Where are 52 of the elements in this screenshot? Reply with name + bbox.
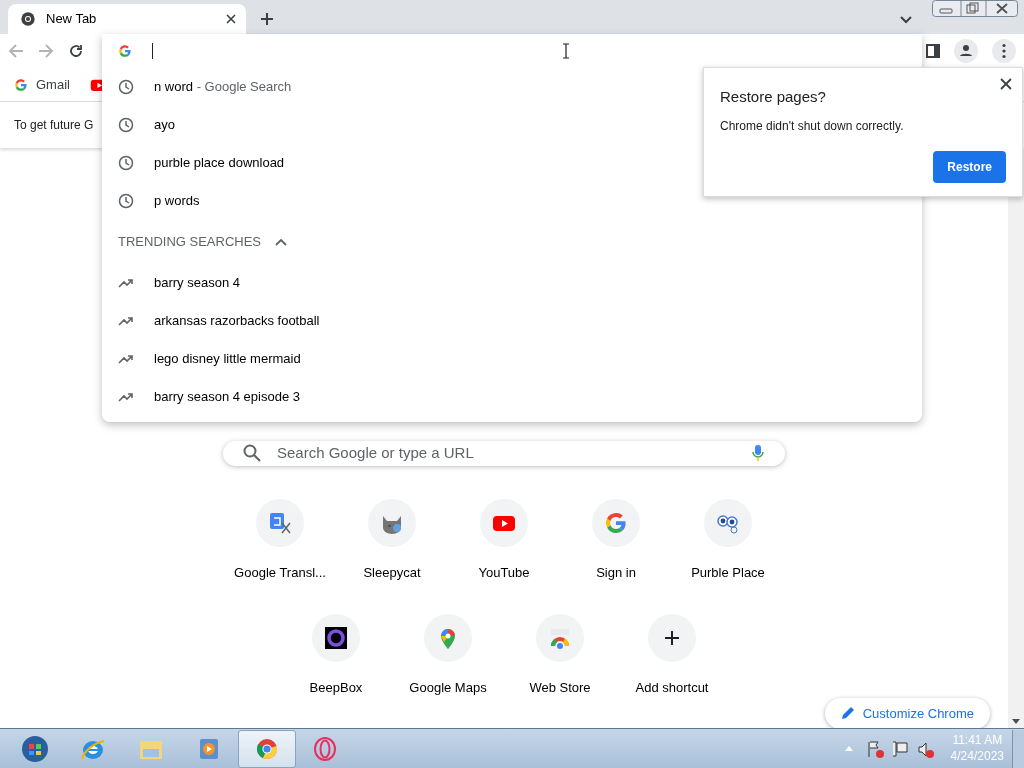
text-cursor-icon [562,43,570,59]
suggestion-item[interactable]: arkansas razorbacks football [102,302,922,340]
clock-icon [118,79,134,95]
section-heading: TRENDING SEARCHES [118,233,262,252]
tray-icons[interactable] [866,739,937,758]
shortcut-tile[interactable]: Google Maps [392,614,504,698]
google-icon [604,510,628,535]
pencil-icon [840,706,855,721]
infobar-text: To get future G [14,117,94,134]
shortcut-tile[interactable]: Add shortcut [616,614,728,698]
new-tab-icon[interactable] [260,12,274,26]
restore-button[interactable]: Restore [933,150,1006,183]
menu-icon[interactable] [992,39,1016,63]
profile-icon[interactable] [954,39,978,63]
close-icon[interactable] [1000,78,1012,90]
text-cursor [152,43,153,59]
google-icon [14,77,28,92]
browser-tab[interactable]: New Tab [8,4,246,34]
shortcut-tile[interactable]: Google Transl... [224,498,336,582]
window-controls[interactable] [932,0,1018,18]
customize-chrome-button[interactable]: Customize Chrome [824,697,990,729]
scroll-down-icon[interactable] [1012,719,1020,724]
web-store-icon [548,626,572,650]
google-icon [118,44,132,58]
taskbar-item[interactable] [238,729,296,768]
start-button [21,734,49,763]
clock-icon [118,117,134,133]
side-panel-icon[interactable] [926,44,940,58]
microphone-icon[interactable] [751,444,765,463]
ring-icon [324,626,348,650]
translate-icon [268,510,292,535]
close-icon[interactable] [226,14,236,24]
chevron-down-icon[interactable] [900,16,912,24]
dialog-message: Chrome didn't shut down correctly. [720,117,905,135]
shortcut-tile[interactable]: YouTube [448,498,560,582]
search-icon [243,444,261,463]
chevron-up-icon[interactable] [275,238,288,246]
shortcut-tile[interactable]: BeepBox [280,614,392,698]
shortcut-tile[interactable]: Sign in [560,498,672,582]
suggestion-item[interactable]: lego disney little mermaid [102,340,922,378]
chrome-icon [20,11,36,27]
opera-icon [311,734,339,763]
shortcut-tile[interactable]: Purble Place [672,498,784,582]
suggestion-item[interactable]: barry season 4 [102,264,922,302]
shortcut-tile[interactable]: Sleepycat [336,498,448,582]
bookmark[interactable]: Gmail [14,74,70,95]
clock-icon [118,193,134,209]
clock-icon [118,155,134,171]
suggestion-item[interactable]: barry season 4 episode 3 [102,378,922,416]
shortcut-tile[interactable]: Web Store [504,614,616,698]
dialog-title: Restore pages? [720,87,827,107]
reload-icon[interactable] [68,43,84,59]
